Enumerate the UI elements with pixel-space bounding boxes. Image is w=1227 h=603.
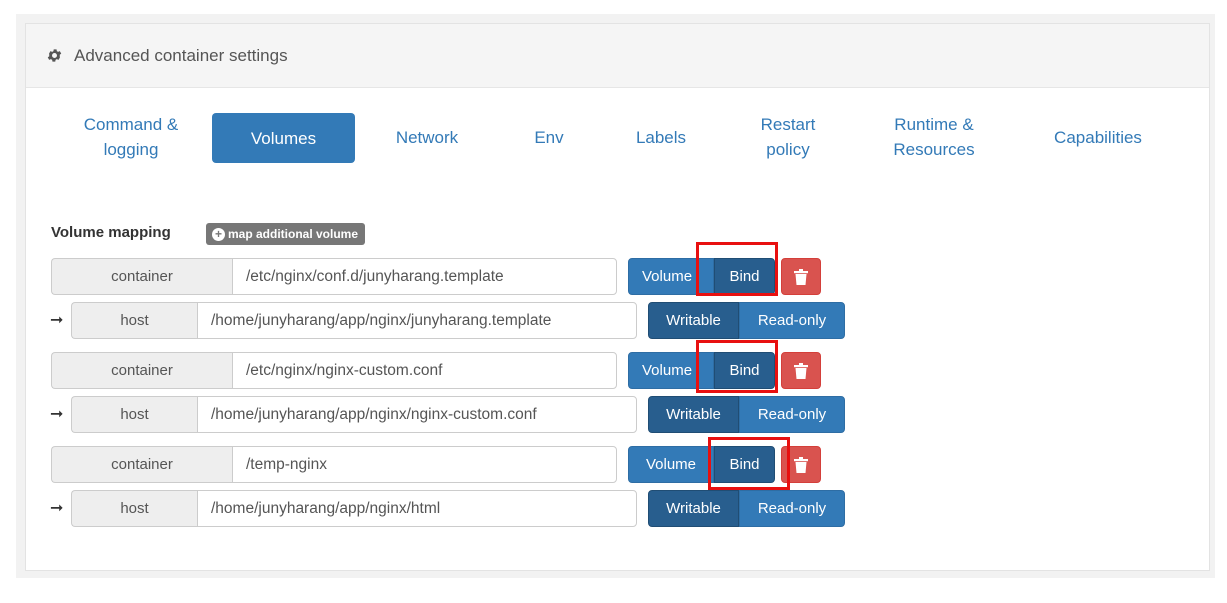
remove-volume-button[interactable] — [781, 352, 821, 389]
container-path-row: container /etc/nginx/conf.d/junyharang.t… — [51, 258, 617, 295]
volume-type-button[interactable]: Volume — [628, 446, 714, 483]
tab-network[interactable]: Network — [371, 112, 483, 162]
access-mode-toggle: Writable Read-only — [648, 302, 845, 339]
host-path-input[interactable]: /home/junyharang/app/nginx/nginx-custom.… — [197, 396, 637, 433]
container-addon: container — [51, 446, 232, 483]
bind-highlight-box — [708, 437, 790, 490]
host-addon: host — [71, 490, 197, 527]
container-path-input[interactable]: /etc/nginx/nginx-custom.conf — [232, 352, 617, 389]
tab-restart-policy[interactable]: Restart policy — [738, 112, 838, 162]
tab-runtime-resources[interactable]: Runtime & Resources — [871, 112, 997, 162]
read-only-button[interactable]: Read-only — [739, 396, 845, 433]
volume-mapping-heading: Volume mapping — [51, 224, 171, 241]
writable-button[interactable]: Writable — [648, 490, 739, 527]
tab-env[interactable]: Env — [516, 112, 582, 162]
tab-capabilities[interactable]: Capabilities — [1031, 112, 1165, 162]
host-path-input[interactable]: /home/junyharang/app/nginx/html — [197, 490, 637, 527]
tab-bar: Command & logging Volumes Network Env Lab… — [26, 112, 1209, 164]
container-addon: container — [51, 258, 232, 295]
tab-label: Runtime & — [894, 115, 974, 134]
host-path-row: host /home/junyharang/app/nginx/nginx-cu… — [71, 396, 637, 433]
trash-icon — [794, 362, 808, 379]
arrow-icon: ➞ — [50, 500, 64, 517]
panel-title: Advanced container settings — [74, 45, 288, 65]
host-addon: host — [71, 396, 197, 433]
tab-label: Resources — [893, 140, 975, 159]
arrow-icon: ➞ — [50, 312, 64, 329]
map-additional-volume-label: map additional volume — [228, 227, 359, 241]
writable-button[interactable]: Writable — [648, 302, 739, 339]
container-path-input[interactable]: /temp-nginx — [232, 446, 617, 483]
bind-highlight-box — [696, 242, 778, 296]
container-path-row: container /temp-nginx — [51, 446, 617, 483]
map-additional-volume-button[interactable]: + map additional volume — [206, 223, 366, 245]
tab-label: Capabilities — [1054, 127, 1142, 147]
arrow-icon: ➞ — [50, 406, 64, 423]
trash-icon — [794, 456, 808, 473]
host-path-row: host /home/junyharang/app/nginx/junyhara… — [71, 302, 637, 339]
container-path-input[interactable]: /etc/nginx/conf.d/junyharang.template — [232, 258, 617, 295]
host-path-input[interactable]: /home/junyharang/app/nginx/junyharang.te… — [197, 302, 637, 339]
tab-label: Labels — [635, 127, 687, 147]
trash-icon — [794, 268, 808, 285]
tab-label: policy — [766, 140, 810, 159]
tab-label: Env — [534, 127, 564, 147]
advanced-settings-panel: Advanced container settings Command & log… — [25, 23, 1210, 571]
remove-volume-button[interactable] — [781, 258, 821, 295]
access-mode-toggle: Writable Read-only — [648, 490, 845, 527]
host-addon: host — [71, 302, 197, 339]
container-path-row: container /etc/nginx/nginx-custom.conf — [51, 352, 617, 389]
tab-label: Restart — [760, 115, 816, 134]
tab-labels[interactable]: Labels — [616, 112, 706, 162]
tab-volumes[interactable]: Volumes — [212, 113, 355, 163]
read-only-button[interactable]: Read-only — [739, 302, 845, 339]
bind-highlight-box — [696, 340, 778, 393]
tab-command-logging[interactable]: Command & logging — [58, 112, 204, 162]
access-mode-toggle: Writable Read-only — [648, 396, 845, 433]
tab-label: logging — [103, 140, 159, 159]
writable-button[interactable]: Writable — [648, 396, 739, 433]
plus-circle-icon: + — [212, 227, 225, 241]
tab-label: Volumes — [250, 128, 317, 148]
tab-label: Command & — [83, 115, 179, 134]
panel-header[interactable]: Advanced container settings — [26, 24, 1209, 88]
tab-label: Network — [395, 127, 459, 147]
gear-icon — [47, 49, 62, 62]
read-only-button[interactable]: Read-only — [739, 490, 845, 527]
container-addon: container — [51, 352, 232, 389]
host-path-row: host /home/junyharang/app/nginx/html — [71, 490, 637, 527]
